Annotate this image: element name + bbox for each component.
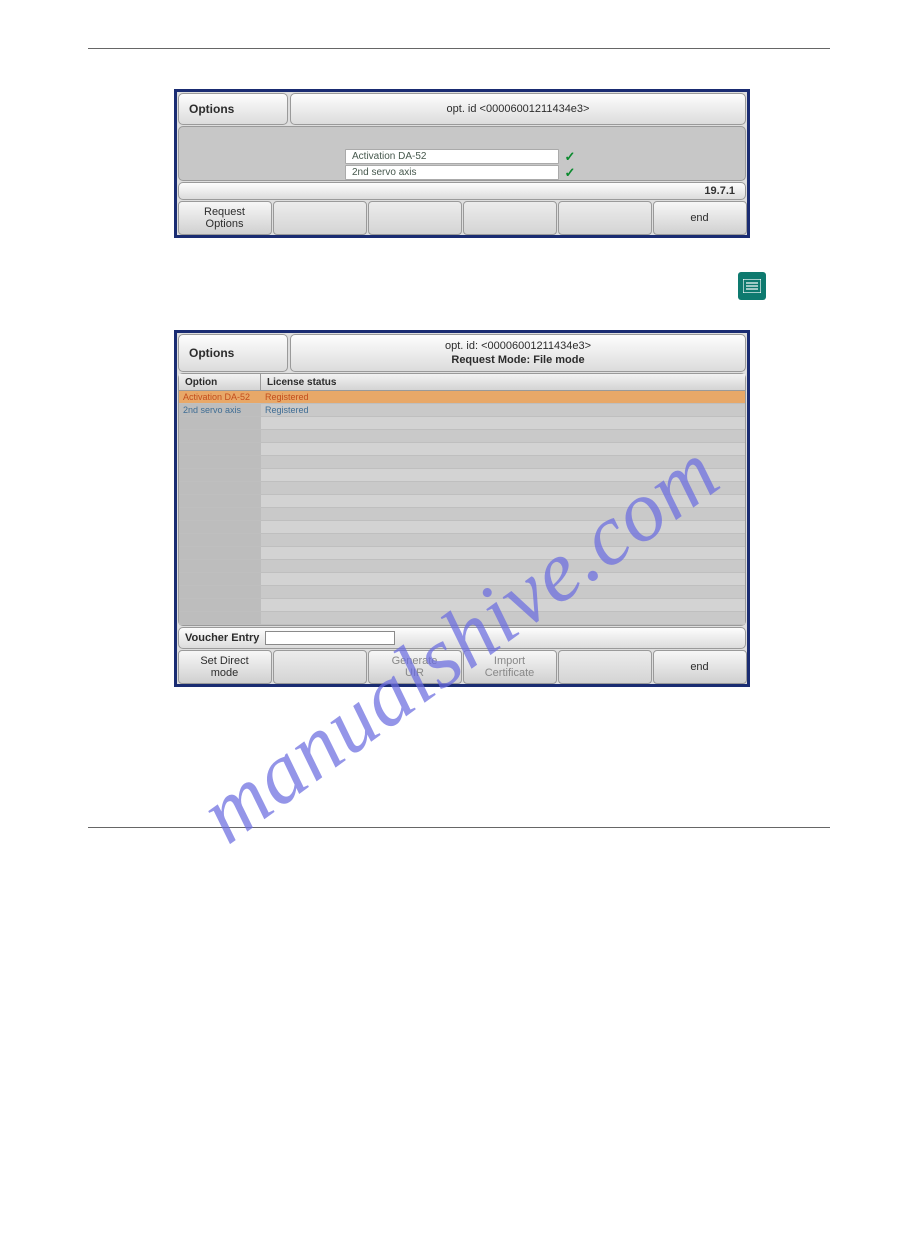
panel-title: Options [178,334,288,372]
opt-id-display: opt. id: <00006001211434e3> Request Mode… [290,334,746,372]
license-table-area: Option License status Activation DA-52 R… [178,373,746,626]
set-direct-mode-button[interactable]: Set Direct mode [178,650,272,684]
table-rows: Activation DA-52 Registered 2nd servo ax… [179,391,745,625]
table-row [179,612,745,625]
end-button[interactable]: end [653,650,747,684]
cell-option: Activation DA-52 [179,391,261,403]
request-options-button[interactable]: Request Options [178,201,272,235]
table-row [179,521,745,534]
table-row [179,534,745,547]
empty-button [368,201,462,235]
end-button[interactable]: end [653,201,747,235]
option-row: Activation DA-52 ✓ [345,149,579,164]
empty-button [558,201,652,235]
generate-uir-button[interactable]: Generate UIR [368,650,462,684]
table-row [179,573,745,586]
option-name: 2nd servo axis [345,165,559,180]
option-name: Activation DA-52 [345,149,559,164]
table-row [179,599,745,612]
table-header: Option License status [179,374,745,391]
import-certificate-button[interactable]: Import Certificate [463,650,557,684]
voucher-input[interactable] [265,631,395,645]
opt-id-display: opt. id <00006001211434e3> [290,93,746,125]
empty-button [463,201,557,235]
cell-status: Registered [261,391,745,403]
check-icon: ✓ [561,165,579,180]
opt-id-text: opt. id <00006001211434e3> [447,102,590,116]
options-list-area: Activation DA-52 ✓ 2nd servo axis ✓ [178,126,746,181]
table-row [179,443,745,456]
table-row [179,430,745,443]
table-row [179,482,745,495]
panel-title: Options [178,93,288,125]
empty-button [558,650,652,684]
document-icon[interactable] [738,272,766,300]
voucher-entry-row: Voucher Entry [178,627,746,649]
table-row[interactable]: 2nd servo axis Registered [179,404,745,417]
options-panel-2: Options opt. id: <00006001211434e3> Requ… [174,330,750,687]
column-license-status: License status [261,374,745,390]
table-row [179,495,745,508]
table-row [179,547,745,560]
column-option: Option [179,374,261,390]
request-mode-text: Request Mode: File mode [451,353,584,367]
options-panel-1: Options opt. id <00006001211434e3> Activ… [174,89,750,238]
voucher-label: Voucher Entry [185,632,259,644]
table-row[interactable]: Activation DA-52 Registered [179,391,745,404]
opt-id-text: opt. id: <00006001211434e3> [445,339,591,353]
table-row [179,508,745,521]
check-icon: ✓ [561,149,579,164]
empty-button [273,650,367,684]
table-row [179,469,745,482]
cell-status: Registered [261,404,745,416]
empty-button [273,201,367,235]
table-row [179,417,745,430]
option-row: 2nd servo axis ✓ [345,165,579,180]
table-row [179,586,745,599]
version-text: 19.7.1 [704,185,735,197]
table-row [179,560,745,573]
table-row [179,456,745,469]
cell-option: 2nd servo axis [179,404,261,416]
status-bar: 19.7.1 [178,182,746,200]
